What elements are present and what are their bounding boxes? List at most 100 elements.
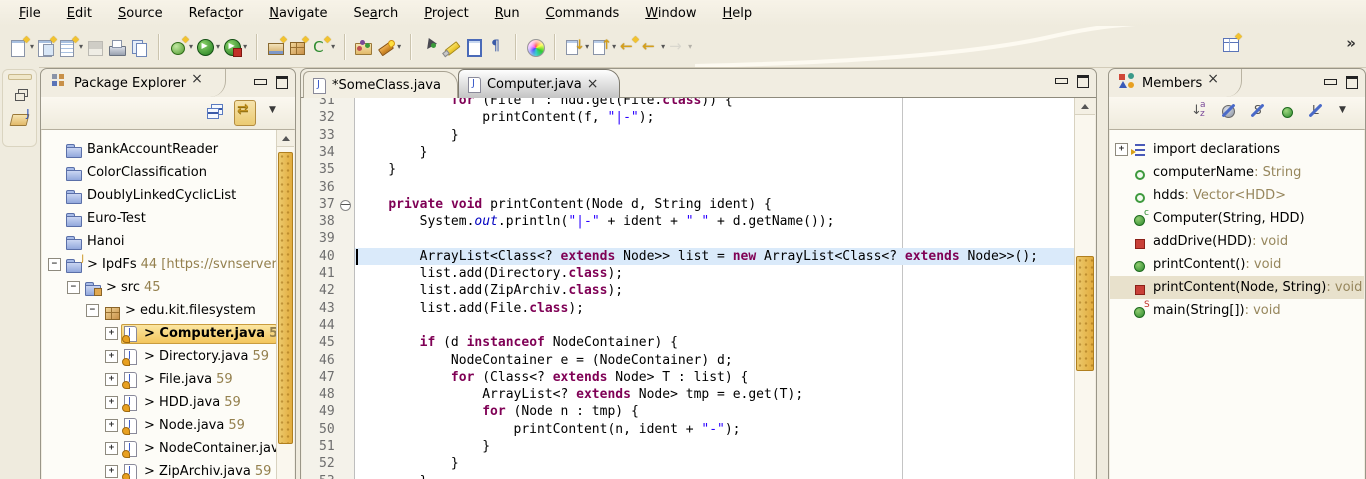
tree-item-body[interactable]: > edu.kit.filesystem xyxy=(102,301,277,321)
expand-icon[interactable]: + xyxy=(105,465,118,478)
member-item-adddrive-hdd[interactable]: addDrive(HDD) : void xyxy=(1110,230,1364,253)
member-item-computername[interactable]: computerName : String xyxy=(1110,161,1364,184)
toolbar-button-run[interactable]: ▶▾ xyxy=(194,36,221,58)
line-number[interactable]: 35 xyxy=(319,161,335,178)
editor-scrollbar[interactable] xyxy=(1074,98,1095,479)
code-line-46[interactable]: NodeContainer e = (NodeContainer) d; xyxy=(357,352,1074,369)
line-number[interactable]: 34 xyxy=(319,144,335,161)
collapse-icon[interactable]: − xyxy=(67,281,80,294)
menu-item-help[interactable]: Help xyxy=(710,4,766,23)
toolbar-button-prev-annotation[interactable]: ↑▾ xyxy=(590,36,617,58)
tree-item-body[interactable]: J> NodeContainer.java59 xyxy=(121,439,277,459)
drag-handle[interactable] xyxy=(8,74,32,80)
toolbar-button-coverage[interactable]: ▶▾ xyxy=(221,36,248,58)
toolbar-button-save[interactable] xyxy=(84,36,106,58)
dropdown-arrow-icon[interactable]: ▾ xyxy=(79,42,83,51)
code-line-40[interactable]: ArrayList<Class<? extends Node>> list = … xyxy=(357,248,1074,265)
line-number[interactable]: 41 xyxy=(319,265,335,282)
toolbar-button-last-edit-location[interactable]: ← xyxy=(617,36,639,58)
code-line-52[interactable]: } xyxy=(357,455,1074,472)
code-line-42[interactable]: list.add(ZipArchiv.class); xyxy=(357,282,1074,299)
toolbar-button-new-menu[interactable]: ▾ xyxy=(57,36,84,58)
dropdown-arrow-icon[interactable]: ▾ xyxy=(189,42,193,51)
collapse-all-icon[interactable] xyxy=(205,101,225,121)
close-icon[interactable]: × xyxy=(191,71,211,91)
code-line-53[interactable]: } xyxy=(357,473,1074,479)
toolbar-button-debug[interactable]: ▾ xyxy=(167,36,194,58)
toolbar-button-back[interactable]: ←▾ xyxy=(639,36,666,58)
maximize-icon[interactable] xyxy=(276,76,288,89)
minimize-icon[interactable] xyxy=(1055,78,1068,84)
toolbar-button-new-java-project[interactable] xyxy=(265,36,287,58)
tree-item-nodecontainer-java[interactable]: +J> NodeContainer.java59 xyxy=(42,437,277,460)
code-line-43[interactable]: list.add(File.class); xyxy=(357,300,1074,317)
restore-view-icon[interactable] xyxy=(10,86,30,106)
tree-item-body[interactable]: J> HDD.java59 xyxy=(121,393,277,413)
code-line-33[interactable]: } xyxy=(357,127,1074,144)
line-number[interactable]: 49 xyxy=(319,403,335,420)
toolbar-button-highlighter[interactable] xyxy=(441,36,463,58)
menu-item-window[interactable]: Window xyxy=(632,4,709,23)
scroll-up-icon[interactable] xyxy=(277,130,294,147)
code-line-49[interactable]: for (Node n : tmp) { xyxy=(357,403,1074,420)
code-line-38[interactable]: System.out.println("|-" + ident + " " + … xyxy=(357,213,1074,230)
tree-item-colorclassification[interactable]: ColorClassification xyxy=(42,161,277,184)
code-line-34[interactable]: } xyxy=(357,144,1074,161)
toolbar-button-show-source[interactable] xyxy=(463,36,485,58)
expand-icon[interactable]: + xyxy=(105,350,118,363)
tree-item-body[interactable]: Euro-Test xyxy=(64,209,277,229)
hide-static-icon[interactable]: S xyxy=(1248,101,1268,121)
collapse-icon[interactable]: − xyxy=(48,258,61,271)
line-number[interactable]: 39 xyxy=(319,230,335,247)
toolbar-overflow-chevron[interactable]: » xyxy=(1346,34,1356,52)
line-number[interactable]: 37 xyxy=(319,196,335,213)
code-line-45[interactable]: if (d instanceof NodeContainer) { xyxy=(357,334,1074,351)
hide-fields-icon[interactable] xyxy=(1219,101,1239,121)
line-number[interactable]: 40 xyxy=(319,248,335,265)
line-number[interactable]: 43 xyxy=(319,300,335,317)
tree-item-body[interactable]: J> IpdFs44 [https://svnserver.i xyxy=(64,255,277,275)
tree-item-hdd-java[interactable]: +J> HDD.java59 xyxy=(42,391,277,414)
code-line-51[interactable]: } xyxy=(357,438,1074,455)
toolbar-button-new-class-wizard[interactable] xyxy=(35,36,57,58)
member-item-import-declarations[interactable]: +import declarations xyxy=(1110,138,1364,161)
view-menu-icon[interactable]: ▼ xyxy=(1335,101,1355,121)
tree-item-body[interactable]: J> File.java59 xyxy=(121,370,277,390)
member-item-printcontent-node-string[interactable]: printContent(Node, String) : void xyxy=(1110,276,1364,299)
expand-icon[interactable]: + xyxy=(105,396,118,409)
toolbar-button-new-package[interactable] xyxy=(287,36,309,58)
sort-icon[interactable]: ↓az xyxy=(1190,101,1210,121)
dropdown-arrow-icon[interactable]: ▾ xyxy=(585,42,589,51)
toolbar-button-print[interactable] xyxy=(106,36,128,58)
tree-item-doublylinkedcycliclist[interactable]: DoublyLinkedCyclicList xyxy=(42,184,277,207)
code-line-48[interactable]: ArrayList<? extends Node> tmp = e.get(T)… xyxy=(357,386,1074,403)
java-perspective-icon[interactable]: J xyxy=(10,108,30,128)
tree-item-body[interactable]: ColorClassification xyxy=(64,163,277,183)
tree-item-hanoi[interactable]: Hanoi xyxy=(42,230,277,253)
member-item-printcontent[interactable]: printContent() : void xyxy=(1110,253,1364,276)
dropdown-arrow-icon[interactable]: ▾ xyxy=(216,42,220,51)
toolbar-button-mark-occurrences[interactable] xyxy=(419,36,441,58)
toolbar-button-table-new[interactable] xyxy=(1220,33,1242,55)
hide-nonpublic-icon[interactable] xyxy=(1277,101,1297,121)
tree-item-body[interactable]: DoublyLinkedCyclicList xyxy=(64,186,277,206)
scrollbar-thumb[interactable] xyxy=(1076,256,1094,371)
member-item-main-string[interactable]: Smain(String[]) : void xyxy=(1110,299,1364,322)
scrollbar-thumb[interactable] xyxy=(278,152,293,444)
toolbar-button-new-class[interactable]: C▾ xyxy=(309,36,336,58)
expand-icon[interactable]: + xyxy=(105,373,118,386)
tree-item-body[interactable]: BankAccountReader xyxy=(64,140,277,160)
tree-item-file-java[interactable]: +J> File.java59 xyxy=(42,368,277,391)
menu-item-refactor[interactable]: Refactor xyxy=(176,4,257,23)
tree-item-body[interactable]: > src45 xyxy=(83,278,277,298)
code-line-35[interactable]: } xyxy=(357,161,1074,178)
code-line-44[interactable] xyxy=(357,317,1074,334)
menu-item-run[interactable]: Run xyxy=(482,4,533,23)
menu-item-project[interactable]: Project xyxy=(411,4,482,23)
tree-item-body[interactable]: J> ZipArchiv.java59 xyxy=(121,462,277,479)
line-number[interactable]: 51 xyxy=(319,438,335,455)
tree-item-body[interactable]: Hanoi xyxy=(64,232,277,252)
members-tab[interactable]: Members × xyxy=(1109,69,1242,97)
menu-item-commands[interactable]: Commands xyxy=(533,4,633,23)
code-line-47[interactable]: for (Class<? extends Node> T : list) { xyxy=(357,369,1074,386)
